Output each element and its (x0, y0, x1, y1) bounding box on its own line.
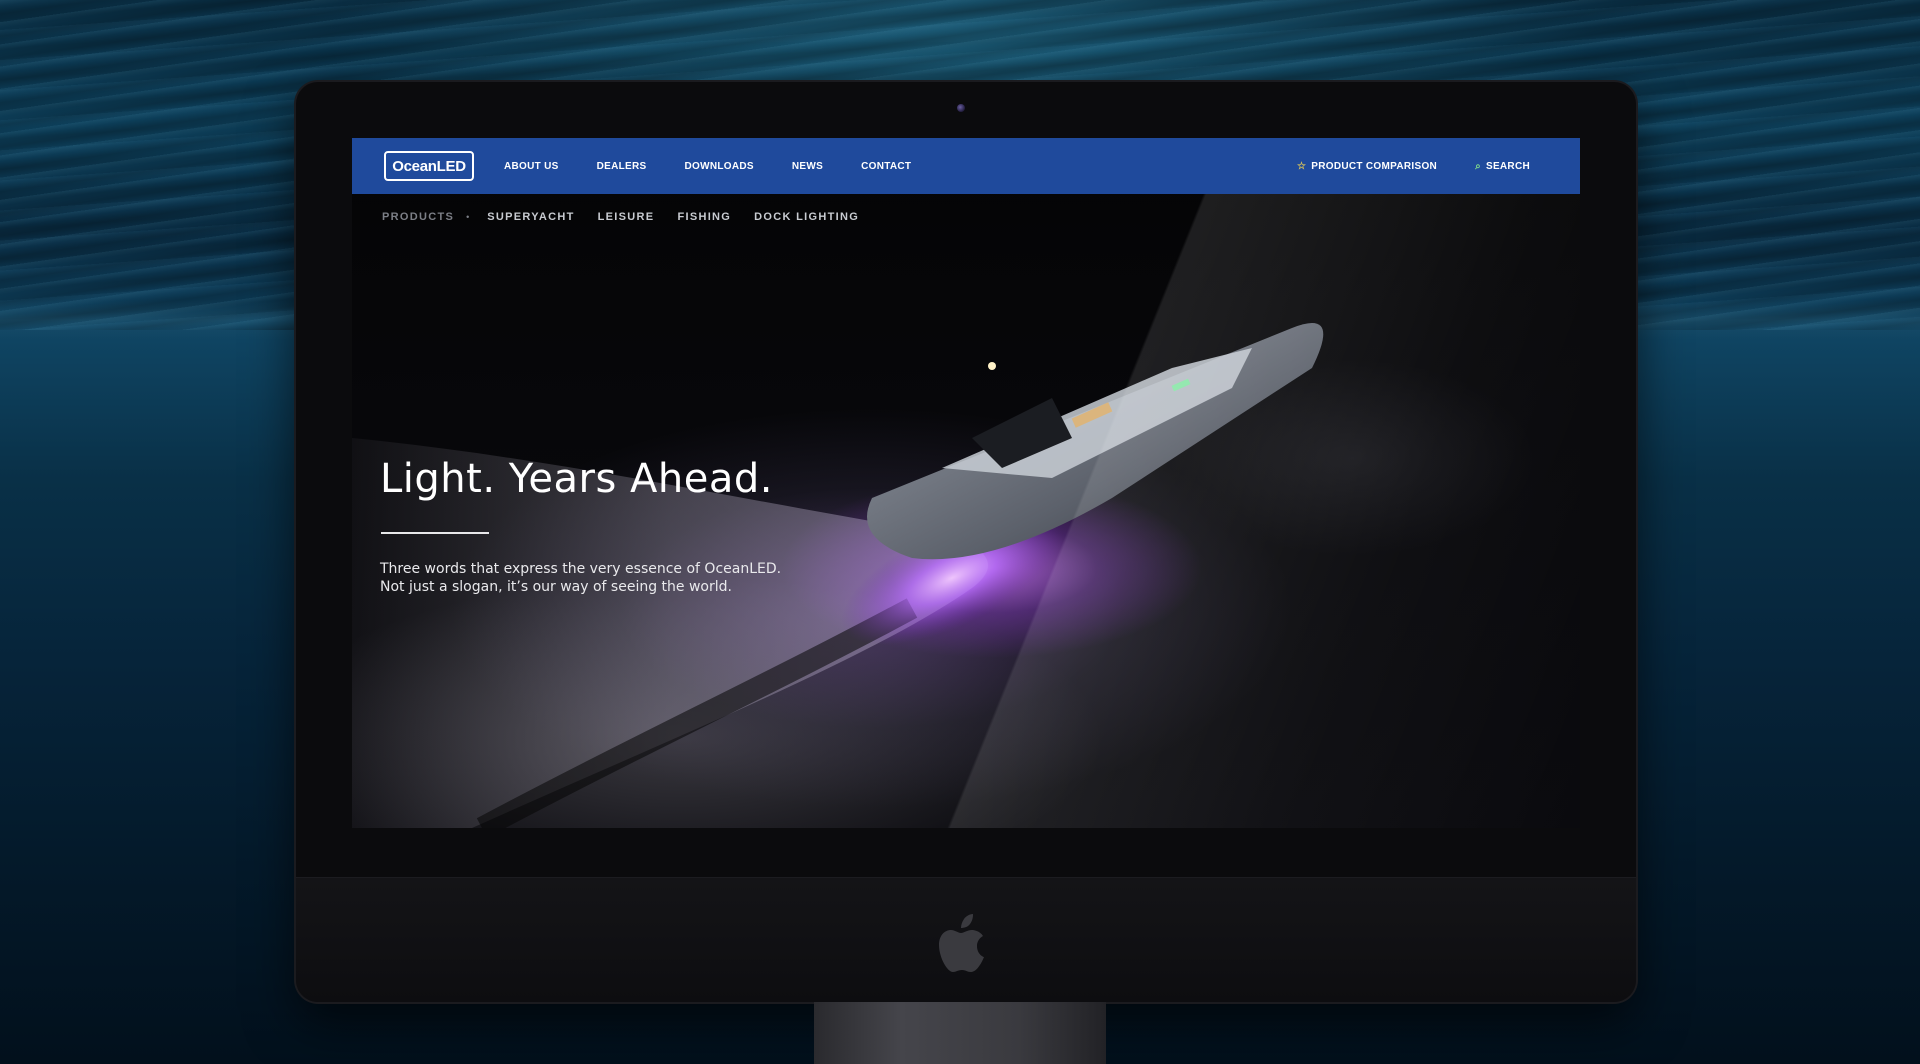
main-nav: ABOUT US DEALERS DOWNLOADS NEWS CONTACT (504, 161, 949, 172)
oceanled-logo[interactable]: OceanLED (384, 151, 474, 181)
imac-monitor: OceanLED ABOUT US DEALERS DOWNLOADS NEWS… (296, 82, 1636, 1002)
subnav-leisure[interactable]: LEISURE (598, 211, 655, 223)
subnav-fishing[interactable]: FISHING (677, 211, 731, 223)
ocean-background: OceanLED ABOUT US DEALERS DOWNLOADS NEWS… (0, 0, 1920, 1064)
hero-line-1: Three words that express the very essenc… (380, 561, 782, 577)
monitor-stand (814, 1002, 1106, 1064)
nav-about-us[interactable]: ABOUT US (504, 161, 559, 172)
nav-dealers[interactable]: DEALERS (597, 161, 647, 172)
product-comparison-label: PRODUCT COMPARISON (1311, 160, 1438, 172)
product-comparison-link[interactable]: ☆ PRODUCT COMPARISON (1297, 161, 1437, 172)
nav-contact[interactable]: CONTACT (861, 161, 911, 172)
apple-logo (939, 914, 984, 972)
subnav-superyacht[interactable]: SUPERYACHT (487, 211, 574, 223)
search-label: SEARCH (1485, 160, 1530, 172)
products-subnav: PRODUCTS • SUPERYACHT LEISURE FISHING DO… (382, 208, 882, 226)
website-screen: OceanLED ABOUT US DEALERS DOWNLOADS NEWS… (352, 138, 1580, 828)
search-icon: ⌕ (1475, 160, 1481, 172)
camera-icon (957, 104, 965, 112)
hero-title: Light. Years Ahead. (380, 456, 773, 502)
subnav-separator: • (466, 212, 470, 222)
site-header: OceanLED ABOUT US DEALERS DOWNLOADS NEWS… (352, 138, 1580, 194)
subnav-dock-lighting[interactable]: DOCK LIGHTING (754, 211, 859, 223)
hero-description: Three words that express the very essenc… (380, 560, 781, 596)
star-icon: ☆ (1297, 160, 1307, 172)
nav-downloads[interactable]: DOWNLOADS (685, 161, 754, 172)
hero-line-2: Not just a slogan, it’s our way of seein… (380, 579, 732, 595)
hero-divider (381, 532, 489, 534)
search-link[interactable]: ⌕ SEARCH (1475, 161, 1530, 172)
utility-nav: ☆ PRODUCT COMPARISON ⌕ SEARCH (1259, 161, 1530, 172)
subnav-products-label[interactable]: PRODUCTS (382, 211, 454, 223)
nav-news[interactable]: NEWS (792, 161, 823, 172)
monitor-chin (296, 877, 1636, 1002)
